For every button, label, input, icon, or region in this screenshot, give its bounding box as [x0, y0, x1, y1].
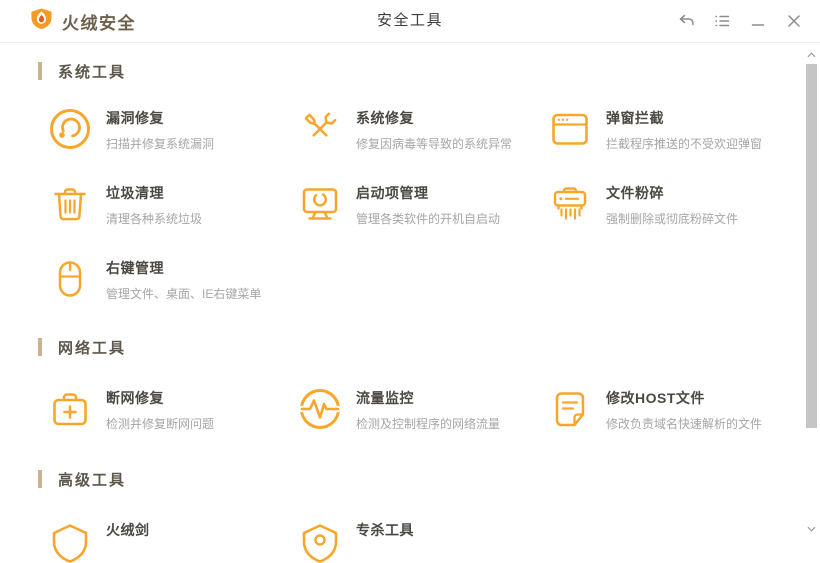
scrollbar[interactable] [803, 44, 820, 540]
tool-item-vulnerability-fix[interactable]: 漏洞修复 扫描并修复系统漏洞 [48, 107, 298, 151]
tools-page: 系统工具 漏洞修复 扫描并修复系统漏洞 系统修复 修复因病毒等导致的系统异常 弹… [0, 61, 820, 563]
document-icon [548, 387, 592, 431]
menu-list-icon[interactable] [712, 11, 732, 31]
scrollbar-thumb[interactable] [806, 64, 817, 428]
tool-title: 断网修复 [106, 390, 164, 406]
app-brand: 火绒安全 [30, 7, 136, 35]
titlebar: 火绒安全 安全工具 [0, 0, 820, 43]
tool-item-file-shredder[interactable]: 文件粉碎 强制删除或彻底粉碎文件 [548, 182, 798, 226]
pulse-circle-icon [298, 387, 342, 431]
section-accent-bar [38, 338, 42, 356]
section-network-tools: 网络工具 断网修复 检测并修复断网问题 流量监控 检测及控制程序的网络流量 修改… [38, 337, 820, 431]
tool-title: 漏洞修复 [106, 110, 164, 126]
tool-item-junk-clean[interactable]: 垃圾清理 清理各种系统垃圾 [48, 182, 298, 226]
tool-title: 流量监控 [356, 390, 414, 406]
tool-item-huorong-sword[interactable]: 火绒剑 [48, 519, 298, 563]
monitor-icon [298, 182, 342, 226]
section-advanced-tools: 高级工具 火绒剑 专杀工具 [38, 469, 820, 563]
section-title: 系统工具 [58, 63, 127, 81]
tool-item-host-file[interactable]: 修改HOST文件 修改负责域名快速解析的文件 [548, 387, 798, 431]
shredder-icon [548, 182, 592, 226]
tool-item-traffic-monitor[interactable]: 流量监控 检测及控制程序的网络流量 [298, 387, 548, 431]
mouse-icon [48, 257, 92, 301]
tool-title: 系统修复 [356, 110, 414, 126]
tool-desc: 管理文件、桌面、IE右键菜单 [106, 287, 262, 301]
tool-title: 修改HOST文件 [606, 390, 705, 406]
first-aid-kit-icon [48, 387, 92, 431]
tool-title: 启动项管理 [356, 185, 429, 201]
shield-sword-icon [48, 519, 92, 563]
minimize-icon[interactable] [748, 11, 768, 31]
patch-circle-icon [48, 107, 92, 151]
section-title: 网络工具 [58, 339, 127, 357]
tool-desc: 强制删除或彻底粉碎文件 [606, 212, 739, 226]
tool-desc: 修复因病毒等导致的系统异常 [356, 137, 513, 151]
tool-desc: 检测及控制程序的网络流量 [356, 417, 501, 431]
section-accent-bar [38, 62, 42, 80]
tool-item-popup-block[interactable]: 弹窗拦截 拦截程序推送的不受欢迎弹窗 [548, 107, 798, 151]
tool-desc: 拦截程序推送的不受欢迎弹窗 [606, 137, 763, 151]
tool-desc: 管理各类软件的开机自启动 [356, 212, 501, 226]
tool-item-special-kill-tools[interactable]: 专杀工具 [298, 519, 548, 563]
tool-title: 右键管理 [106, 260, 164, 276]
tool-title: 专杀工具 [356, 522, 414, 538]
tool-item-network-repair[interactable]: 断网修复 检测并修复断网问题 [48, 387, 298, 431]
section-system-tools: 系统工具 漏洞修复 扫描并修复系统漏洞 系统修复 修复因病毒等导致的系统异常 弹… [38, 61, 820, 301]
section-accent-bar [38, 470, 42, 488]
tool-desc: 检测并修复断网问题 [106, 417, 215, 431]
tool-item-system-repair[interactable]: 系统修复 修复因病毒等导致的系统异常 [298, 107, 548, 151]
tool-title: 文件粉碎 [606, 185, 664, 201]
section-title: 高级工具 [58, 471, 127, 489]
tool-title: 火绒剑 [106, 522, 150, 538]
close-icon[interactable] [784, 11, 804, 31]
tool-item-context-menu-manager[interactable]: 右键管理 管理文件、桌面、IE右键菜单 [48, 257, 298, 301]
trash-icon [48, 182, 92, 226]
wrench-screwdriver-icon [298, 107, 342, 151]
app-name: 火绒安全 [62, 13, 136, 33]
section-header: 网络工具 [38, 337, 820, 357]
section-header: 系统工具 [38, 61, 820, 81]
tool-desc: 清理各种系统垃圾 [106, 212, 203, 226]
tool-title: 垃圾清理 [106, 185, 164, 201]
tool-title: 弹窗拦截 [606, 110, 664, 126]
tool-desc: 扫描并修复系统漏洞 [106, 137, 215, 151]
scroll-down-icon[interactable] [803, 522, 820, 536]
tool-item-startup-manager[interactable]: 启动项管理 管理各类软件的开机自启动 [298, 182, 548, 226]
shield-target-icon [298, 519, 342, 563]
section-header: 高级工具 [38, 469, 820, 489]
scroll-up-icon[interactable] [803, 48, 820, 62]
huorong-logo-icon [30, 7, 53, 35]
popup-window-icon [548, 107, 592, 151]
back-icon[interactable] [676, 11, 696, 31]
tool-desc: 修改负责域名快速解析的文件 [606, 417, 763, 431]
